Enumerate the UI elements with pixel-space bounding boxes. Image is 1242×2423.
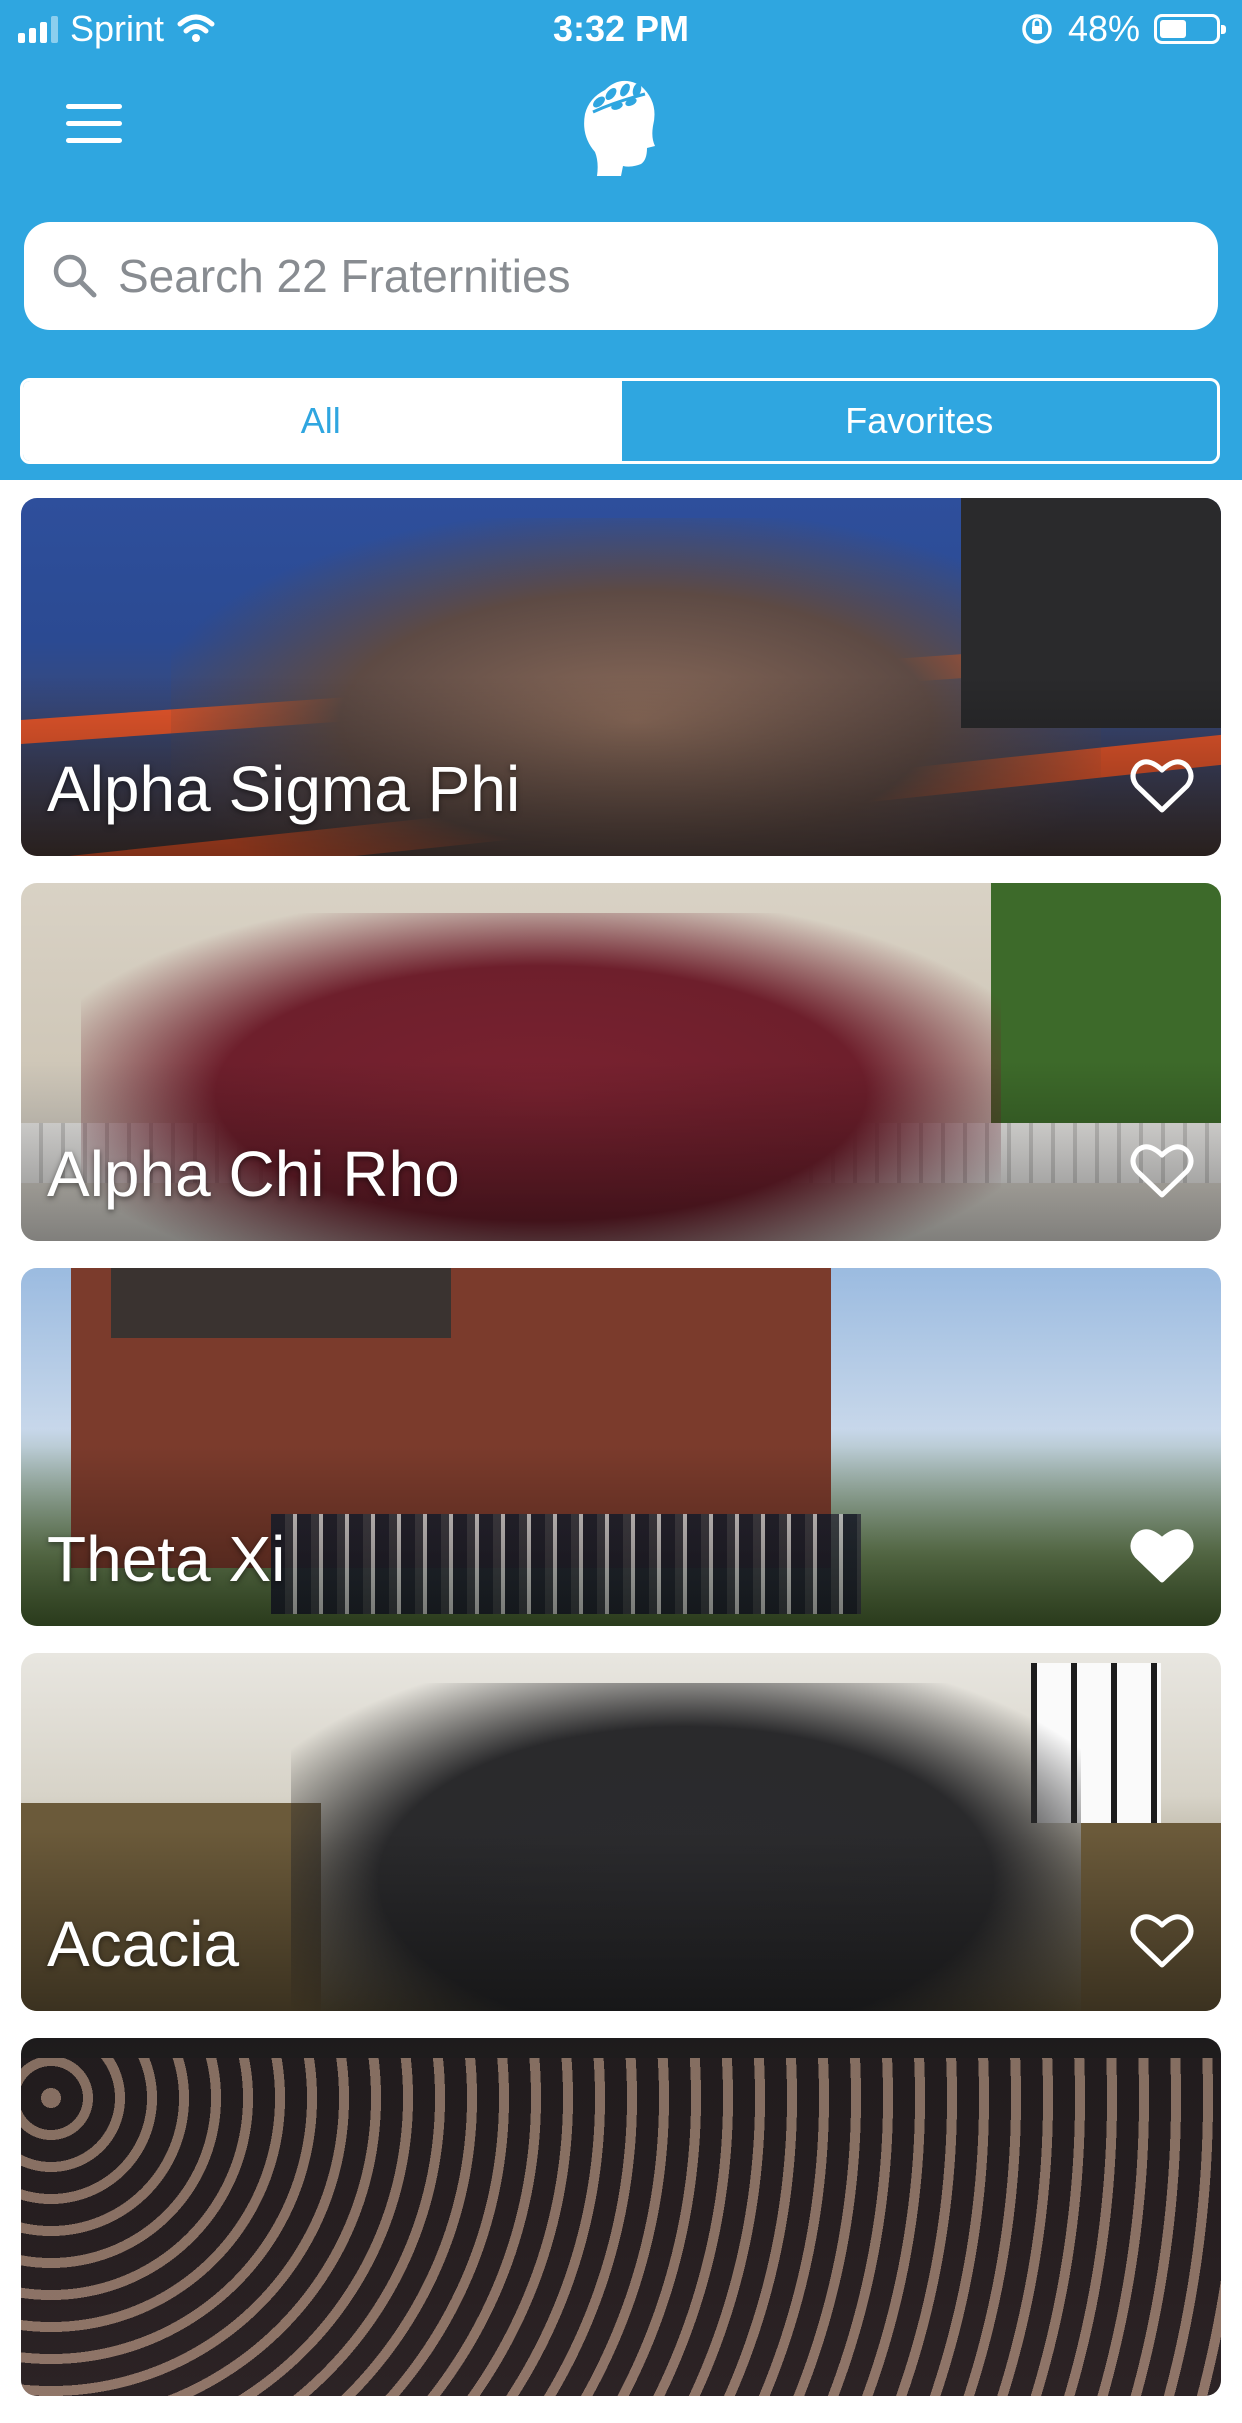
battery-icon: [1154, 14, 1226, 44]
fraternity-card[interactable]: Acacia: [21, 1653, 1221, 2011]
hamburger-menu-icon[interactable]: [66, 104, 122, 144]
fraternity-name: Theta Xi: [47, 1523, 286, 1595]
search-input[interactable]: [116, 248, 1218, 304]
fraternity-photo: [21, 2038, 1221, 2396]
heart-outline-icon[interactable]: [1129, 1911, 1195, 1971]
segment-all[interactable]: All: [23, 381, 619, 461]
status-bar: Sprint 3:32 PM 48%: [0, 0, 1242, 62]
filter-segmented-control: All Favorites: [20, 378, 1220, 464]
laurel-head-logo-icon: [584, 80, 655, 176]
fraternity-list: Alpha Sigma Phi Alpha Chi Rho Theta Xi A…: [21, 498, 1221, 2423]
fraternity-card[interactable]: Theta Xi: [21, 1268, 1221, 1626]
segment-favorites[interactable]: Favorites: [618, 381, 1218, 461]
orientation-lock-icon: [1022, 14, 1052, 44]
heart-outline-icon[interactable]: [1129, 756, 1195, 816]
fraternity-card[interactable]: Alpha Sigma Phi: [21, 498, 1221, 856]
search-icon: [53, 254, 97, 298]
fraternity-card[interactable]: [21, 2038, 1221, 2396]
fraternity-card[interactable]: Alpha Chi Rho: [21, 883, 1221, 1241]
search-bar[interactable]: [24, 222, 1218, 330]
fraternity-name: Acacia: [47, 1908, 240, 1980]
battery-percent: 48%: [1067, 8, 1140, 49]
heart-outline-icon[interactable]: [1129, 1141, 1195, 1201]
fraternity-name: Alpha Chi Rho: [47, 1138, 460, 1210]
status-right: 48%: [1020, 8, 1226, 50]
fraternity-name: Alpha Sigma Phi: [47, 753, 521, 825]
heart-filled-icon[interactable]: [1129, 1526, 1195, 1586]
app-header: Sprint 3:32 PM 48% Search 22 Fraternitie…: [0, 0, 1242, 480]
